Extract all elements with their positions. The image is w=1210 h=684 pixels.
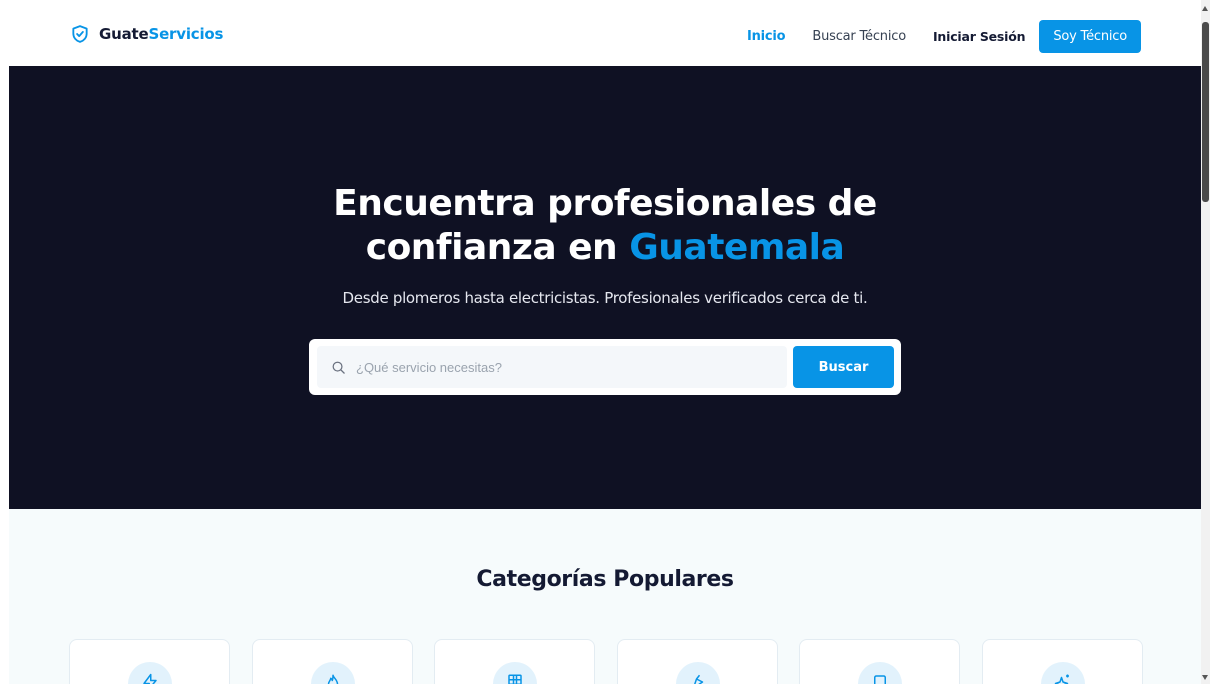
- categories-section: Categorías Populares: [9, 509, 1201, 684]
- flame-icon: [327, 674, 338, 684]
- scrollbar-thumb[interactable]: [1202, 22, 1209, 202]
- category-cards: [69, 639, 1164, 684]
- brand-name: GuateServicios: [99, 25, 224, 43]
- category-card[interactable]: [799, 639, 960, 684]
- category-icon-wrap: [675, 662, 720, 684]
- search-field[interactable]: [317, 346, 787, 388]
- nav-links: Inicio Buscar Técnico Iniciar Sesión Soy…: [720, 20, 1141, 53]
- category-card[interactable]: [981, 639, 1143, 684]
- hero-title: Encuentra profesionales de confianza en …: [9, 182, 1201, 270]
- soy-tecnico-button[interactable]: Soy Técnico: [1039, 20, 1141, 53]
- paint-icon: [693, 674, 703, 684]
- categories-title: Categorías Populares: [476, 567, 734, 592]
- shield-check-icon: [72, 25, 88, 43]
- nav-link-buscar-tecnico[interactable]: Buscar Técnico: [812, 29, 906, 44]
- scroll-up-arrow-icon[interactable]: [1202, 6, 1208, 11]
- scrollbar[interactable]: [1201, 0, 1210, 684]
- lightning-icon: [143, 673, 157, 684]
- category-icon-wrap: [858, 662, 902, 684]
- category-icon-wrap: [1040, 662, 1085, 684]
- brand-logo[interactable]: GuateServicios: [70, 24, 223, 44]
- search-icon: [332, 361, 345, 374]
- hero-subtitle: Desde plomeros hasta electricistas. Prof…: [342, 289, 868, 307]
- monitor-icon: [874, 675, 886, 684]
- hero-title-line2: confianza en: [365, 227, 630, 268]
- navbar: GuateServicios Inicio Buscar Técnico Ini…: [0, 0, 1201, 66]
- hero-title-line1: Encuentra profesionales de: [333, 183, 877, 224]
- category-card[interactable]: [434, 639, 595, 684]
- search-box: Buscar: [309, 339, 901, 395]
- nav-link-inicio[interactable]: Inicio: [747, 29, 786, 44]
- search-input[interactable]: [356, 359, 756, 375]
- scroll-down-arrow-icon[interactable]: [1202, 675, 1208, 680]
- category-card[interactable]: [251, 639, 413, 684]
- building-icon: [508, 674, 522, 684]
- category-icon-wrap: [493, 662, 537, 684]
- category-icon-wrap: [310, 662, 355, 684]
- search-button[interactable]: Buscar: [793, 346, 894, 388]
- nav-link-iniciar-sesion[interactable]: Iniciar Sesión: [933, 29, 1026, 44]
- category-icon-wrap: [128, 662, 172, 684]
- sparkle-icon: [1054, 674, 1069, 684]
- hero-section: Encuentra profesionales de confianza en …: [9, 66, 1201, 509]
- hero-title-accent: Guatemala: [629, 227, 845, 268]
- category-card[interactable]: [616, 639, 778, 684]
- category-card[interactable]: [69, 639, 230, 684]
